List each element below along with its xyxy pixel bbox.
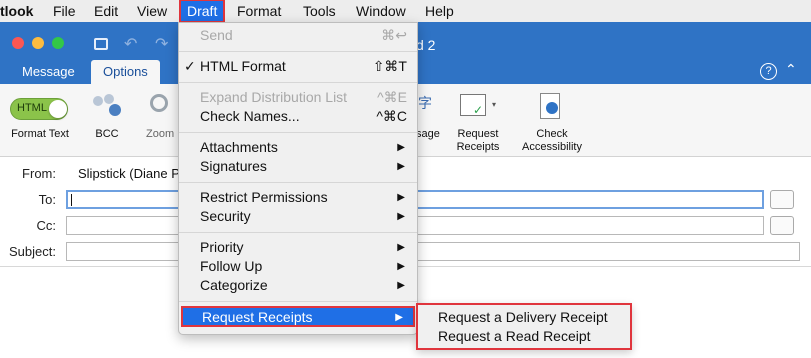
minimize-window-button[interactable]: [32, 37, 44, 49]
html-toggle-label: HTML: [17, 102, 47, 114]
tab-message[interactable]: Message: [22, 60, 75, 84]
bcc-icon[interactable]: [91, 94, 123, 122]
subject-label: Subject:: [9, 244, 56, 259]
menu-item-expand-distribution-list: Expand Distribution List ^⌘E: [200, 89, 407, 105]
menu-item-follow-up[interactable]: Follow Up ▶: [179, 257, 417, 276]
window-title: d 2: [416, 37, 436, 53]
message-options-label[interactable]: sage: [416, 128, 440, 141]
menu-format[interactable]: Format: [237, 0, 281, 22]
text-cursor: [71, 194, 72, 206]
submenu-arrow-icon: ▶: [397, 161, 405, 172]
address-book-icon[interactable]: [770, 216, 794, 235]
collapse-ribbon-icon[interactable]: ⌃: [785, 61, 797, 78]
draft-menu: Send ⌘↩ ✓ HTML Format ⇧⌘T Expand Distribut…: [178, 22, 418, 335]
check-accessibility-icon[interactable]: [540, 93, 560, 119]
help-icon[interactable]: ?: [760, 63, 777, 80]
menu-item-request-receipts[interactable]: Request Receipts ▶: [181, 306, 415, 327]
menu-item-attachments[interactable]: Attachments ▶: [179, 138, 417, 157]
tab-options[interactable]: Options: [91, 60, 160, 84]
to-label: To:: [38, 192, 56, 207]
menu-item-categorize[interactable]: Categorize ▶: [179, 276, 417, 295]
menu-item-read-receipt[interactable]: Request a Read Receipt: [438, 327, 591, 345]
menu-item-priority[interactable]: Priority ▶: [179, 238, 417, 257]
html-format-toggle[interactable]: HTML: [10, 98, 68, 120]
address-book-icon[interactable]: [770, 190, 794, 209]
format-text-label: Format Text: [11, 128, 69, 140]
menu-draft[interactable]: Draft: [179, 0, 226, 23]
submenu-arrow-icon: ▶: [397, 261, 405, 272]
redo-icon[interactable]: ↷: [155, 34, 168, 54]
submenu-arrow-icon: ▶: [397, 280, 405, 291]
chevron-down-icon[interactable]: ▾: [492, 100, 496, 109]
submenu-arrow-icon: ▶: [397, 211, 405, 222]
submenu-arrow-icon: ▶: [397, 142, 405, 153]
menu-item-send: Send ⌘↩: [200, 27, 407, 43]
app-menu[interactable]: tlook: [0, 0, 33, 22]
menu-view[interactable]: View: [137, 0, 167, 22]
menu-item-html-format[interactable]: ✓ HTML Format ⇧⌘T: [179, 57, 417, 76]
menu-help[interactable]: Help: [425, 0, 454, 22]
menu-separator: [179, 232, 417, 233]
from-account-dropdown[interactable]: Slipstick (Diane P: [78, 166, 180, 181]
menu-separator: [179, 51, 417, 52]
cc-label: Cc:: [36, 218, 57, 233]
request-receipts-icon[interactable]: ✓: [460, 94, 486, 117]
menu-separator: [179, 82, 417, 83]
menu-item-check-names[interactable]: Check Names... ^⌘C: [179, 107, 417, 126]
menu-item-security[interactable]: Security ▶: [179, 207, 417, 226]
toggle-knob: [49, 100, 67, 118]
menu-separator: [179, 301, 417, 302]
menu-edit[interactable]: Edit: [94, 0, 118, 22]
request-receipts-label[interactable]: Request Receipts: [450, 128, 506, 154]
bcc-button-label[interactable]: BCC: [86, 128, 128, 141]
menu-item-signatures[interactable]: Signatures ▶: [179, 157, 417, 176]
menu-separator: [179, 132, 417, 133]
close-window-button[interactable]: [12, 37, 24, 49]
subject-field[interactable]: [66, 242, 800, 261]
menu-window[interactable]: Window: [356, 0, 406, 22]
menu-file[interactable]: File: [53, 0, 76, 22]
menu-bar: tlook File Edit View Draft Format Tools …: [0, 0, 811, 23]
menu-item-restrict-permissions[interactable]: Restrict Permissions ▶: [179, 188, 417, 207]
zoom-window-button[interactable]: [52, 37, 64, 49]
menu-separator: [179, 182, 417, 183]
save-icon[interactable]: [94, 38, 108, 50]
undo-icon[interactable]: ↶: [124, 34, 137, 54]
menu-tools[interactable]: Tools: [303, 0, 336, 22]
zoom-icon[interactable]: [150, 94, 168, 112]
language-icon: 字: [418, 95, 432, 111]
checkmark-icon: ✓: [184, 58, 196, 74]
from-label: From:: [22, 166, 56, 181]
submenu-arrow-icon: ▶: [397, 192, 405, 203]
menu-item-delivery-receipt[interactable]: Request a Delivery Receipt: [438, 308, 608, 326]
check-icon: ✓: [473, 103, 484, 117]
request-receipts-submenu: Request a Delivery Receipt Request a Rea…: [416, 303, 632, 350]
check-accessibility-label[interactable]: Check Accessibility: [516, 128, 588, 154]
submenu-arrow-icon: ▶: [397, 242, 405, 253]
submenu-arrow-icon: ▶: [395, 312, 403, 323]
